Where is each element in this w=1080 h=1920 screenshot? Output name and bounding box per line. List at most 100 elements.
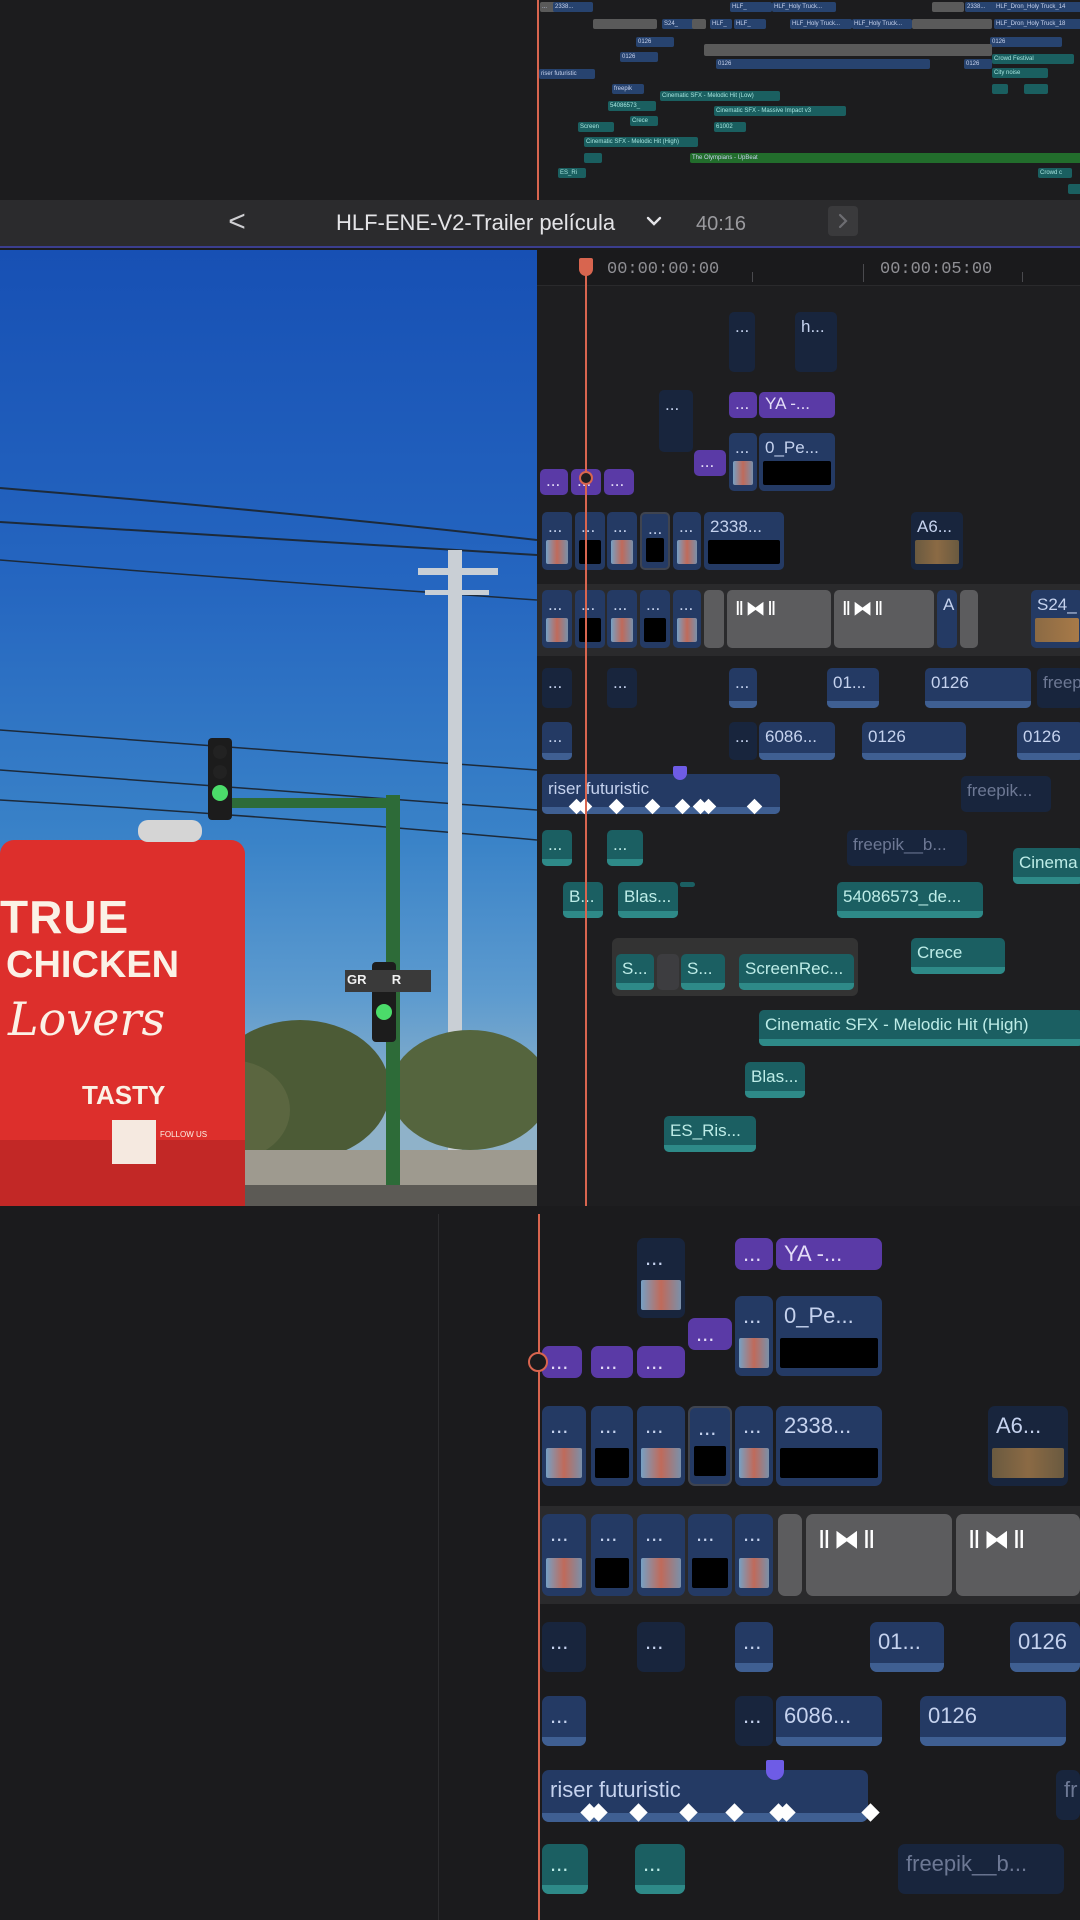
video-clip[interactable]: A6... [911,512,963,570]
transition-clip[interactable]: II ⧓ II [834,590,934,648]
video-clip[interactable]: S24_ [1031,590,1080,648]
audio-clip[interactable]: fr [1056,1770,1080,1820]
audio-clip[interactable]: ES_Ris... [664,1116,756,1152]
audio-clip[interactable]: ... [542,1844,588,1894]
video-clip[interactable]: ... [542,512,572,570]
video-clip[interactable]: 0_Pe... [776,1296,882,1376]
video-clip[interactable]: ... [591,1406,633,1486]
video-clip[interactable]: ... [659,390,693,452]
audio-clip[interactable]: ... [635,1844,685,1894]
gap-clip[interactable] [778,1514,802,1596]
video-clip[interactable]: h... [795,312,837,372]
audio-clip[interactable]: freep [1037,668,1080,708]
audio-clip[interactable]: S... [681,954,725,990]
project-title[interactable]: HLF-ENE-V2-Trailer película [336,209,615,237]
video-clip[interactable]: ... [735,1406,773,1486]
back-chevron-icon[interactable]: < [222,207,252,238]
audio-clip[interactable]: B... [563,882,603,918]
timeline-zoomed-panel[interactable]: ... ... YA -... ... ... 0_Pe... ... ... … [0,1214,1080,1920]
audio-clip[interactable]: 01... [870,1622,944,1672]
chevron-down-icon[interactable] [645,211,663,231]
audio-clip[interactable]: freepik__b... [847,830,967,866]
video-clip[interactable]: ... [542,590,572,648]
video-clip[interactable]: ... [729,312,755,372]
audio-clip[interactable]: 0126 [862,722,966,760]
audio-clip[interactable]: 0126 [925,668,1031,708]
audio-clip[interactable]: S... [616,954,654,990]
audio-clip[interactable]: 0126 [1010,1622,1080,1672]
title-clip[interactable]: ... [688,1318,732,1350]
audio-clip[interactable]: ... [542,1696,586,1746]
audio-clip[interactable]: 01... [827,668,879,708]
video-clip[interactable]: ... [640,590,670,648]
audio-clip[interactable]: 0126 [920,1696,1066,1746]
title-clip[interactable]: ... [542,1346,582,1378]
audio-clip[interactable]: ... [542,830,572,866]
video-clip[interactable]: ... [688,1514,732,1596]
video-clip-selected[interactable]: ... [640,512,670,570]
audio-clip[interactable]: 54086573_de... [837,882,983,918]
playhead[interactable] [585,274,587,1206]
timeline-panel[interactable]: 00:00:00:00 00:00:05:00 ... h... ... ...… [537,250,1080,1206]
timeline-ruler[interactable]: 00:00:00:00 00:00:05:00 [537,250,1080,286]
video-clip[interactable]: ... [542,1406,586,1486]
transition-clip[interactable]: II ⧓ II [956,1514,1080,1596]
title-clip[interactable]: ... [729,392,757,418]
video-clip[interactable]: ... [542,1514,586,1596]
title-clip[interactable]: ... [694,450,726,476]
title-clip[interactable]: ... [591,1346,633,1378]
audio-clip[interactable]: Cinema [1013,848,1080,884]
audio-clip[interactable]: ... [607,668,637,708]
audio-clip[interactable]: ... [542,668,572,708]
audio-clip[interactable]: ScreenRec... [739,954,854,990]
audio-clip[interactable]: freepik... [961,776,1051,812]
video-clip[interactable]: 2338... [776,1406,882,1486]
video-clip[interactable]: ... [591,1514,633,1596]
video-clip[interactable]: 0_Pe... [759,433,835,491]
video-clip-selected[interactable]: ... [688,1406,732,1486]
audio-clip[interactable]: Blas... [618,882,678,918]
audio-clip[interactable]: ... [607,830,643,866]
video-clip[interactable]: ... [637,1406,685,1486]
audio-clip[interactable]: 0126 [1017,722,1080,760]
video-clip[interactable]: 2338... [704,512,784,570]
video-clip[interactable]: ... [673,590,701,648]
audio-clip[interactable]: ... [637,1622,685,1672]
audio-clip[interactable]: Crece [911,938,1005,974]
title-clip[interactable]: YA -... [759,392,835,418]
gap-clip[interactable] [704,590,724,648]
title-clip[interactable]: ... [604,469,634,495]
title-clip[interactable]: YA -... [776,1238,882,1270]
audio-clip[interactable]: Blas... [745,1062,805,1098]
video-clip[interactable]: ... [637,1514,685,1596]
video-clip[interactable]: ... [607,590,637,648]
mini-timeline-overview[interactable]: ... 2338... HLF_ HLF_Holy Truck... 2338.… [0,0,1080,200]
gap-clip[interactable] [960,590,978,648]
marker-icon[interactable] [673,766,687,780]
video-clip[interactable]: A6... [988,1406,1068,1486]
video-clip[interactable]: ... [735,1296,773,1376]
audio-clip[interactable]: ... [735,1622,773,1672]
title-clip[interactable]: ... [735,1238,773,1270]
audio-clip[interactable]: Cinematic SFX - Melodic Hit (High) [759,1010,1080,1046]
audio-clip[interactable]: ... [729,722,757,760]
video-clip[interactable]: ... [673,512,701,570]
audio-clip[interactable]: ... [735,1696,773,1746]
video-clip[interactable]: A [937,590,957,648]
audio-clip[interactable]: freepik__b... [898,1844,1064,1894]
title-clip[interactable]: ... [637,1346,685,1378]
audio-clip[interactable]: 6086... [776,1696,882,1746]
video-clip[interactable]: ... [575,590,605,648]
audio-clip[interactable]: ... [729,668,757,708]
audio-clip[interactable]: ... [542,722,572,760]
mini-playhead[interactable] [537,0,539,200]
playhead[interactable] [538,1214,540,1920]
forward-button[interactable] [828,206,858,236]
video-clip[interactable]: ... [729,433,757,491]
transition-clip[interactable]: II ⧓ II [806,1514,952,1596]
transition-clip[interactable]: II ⧓ II [727,590,831,648]
audio-clip[interactable]: 6086... [759,722,835,760]
video-clip[interactable]: ... [735,1514,773,1596]
audio-clip[interactable]: ... [542,1622,586,1672]
video-viewer[interactable]: TRUE CHICKEN Lovers TASTY FOLLOW US GR R [0,250,537,1206]
